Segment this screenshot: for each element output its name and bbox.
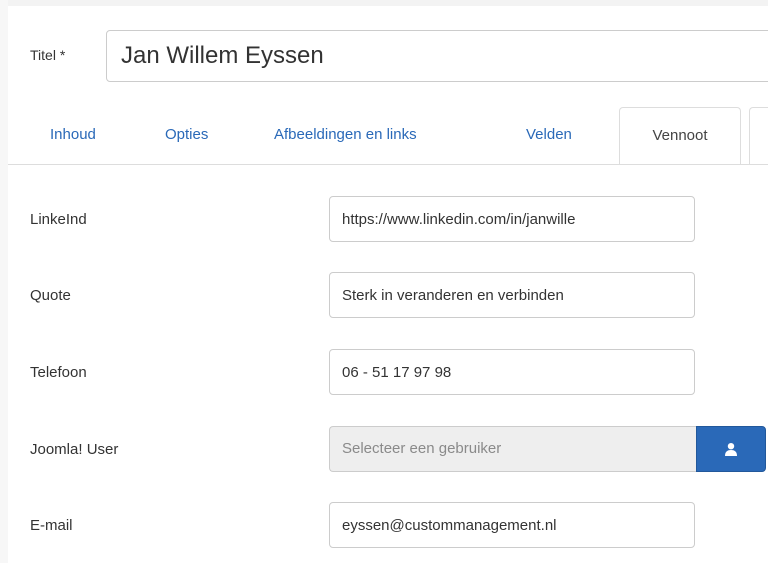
top-strip xyxy=(8,0,768,6)
tab-velden[interactable]: Velden xyxy=(526,107,572,164)
quote-label: Quote xyxy=(30,287,71,304)
title-input[interactable] xyxy=(106,30,768,82)
tab-bar: Inhoud Opties Afbeeldingen en links Veld… xyxy=(8,107,768,165)
user-icon xyxy=(725,443,737,456)
email-input[interactable] xyxy=(329,502,695,548)
tab-afbeeldingen-en-links[interactable]: Afbeeldingen en links xyxy=(274,107,417,164)
telefoon-input[interactable] xyxy=(329,349,695,395)
joomla-user-select[interactable]: Selecteer een gebruiker xyxy=(329,426,696,472)
select-user-button[interactable] xyxy=(696,426,766,472)
tab-opties[interactable]: Opties xyxy=(165,107,208,164)
tab-vennoot[interactable]: Vennoot xyxy=(619,107,741,165)
tab-divider xyxy=(8,164,768,165)
joomla-user-label: Joomla! User xyxy=(30,441,119,458)
tab-partial[interactable]: P xyxy=(749,107,768,165)
linkedin-input[interactable] xyxy=(329,196,695,242)
email-label: E-mail xyxy=(30,517,73,534)
telefoon-label: Telefoon xyxy=(30,364,87,381)
quote-input[interactable] xyxy=(329,272,695,318)
linkedin-label: LinkeInd xyxy=(30,211,87,228)
title-label: Titel * xyxy=(30,47,66,63)
editor-page: Titel * Inhoud Opties Afbeeldingen en li… xyxy=(0,0,768,563)
tab-inhoud[interactable]: Inhoud xyxy=(50,107,96,164)
